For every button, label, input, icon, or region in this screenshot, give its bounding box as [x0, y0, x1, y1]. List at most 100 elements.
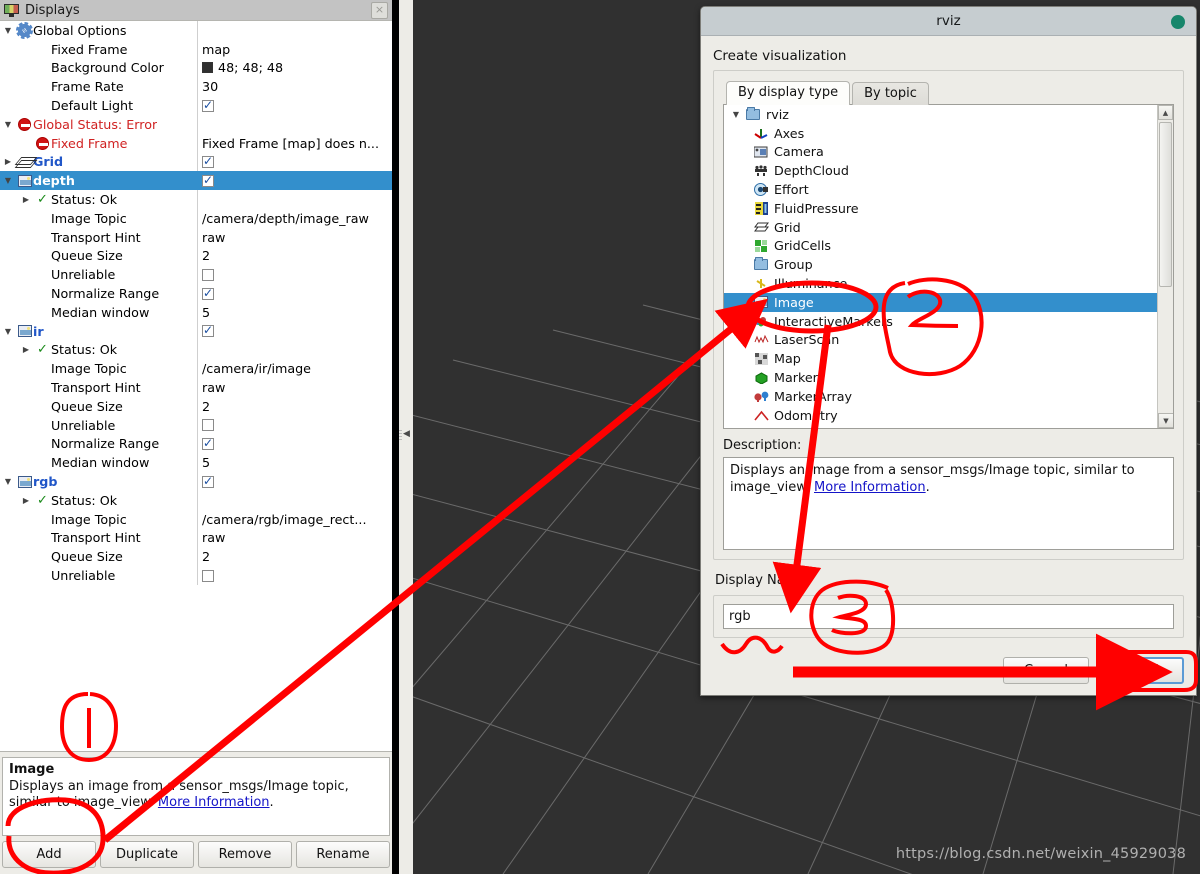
display-tree-row[interactable]: depth [0, 171, 392, 191]
displays-tree[interactable]: Global OptionsFixed FramemapBackground C… [0, 21, 392, 752]
display-row-value-cell[interactable] [198, 171, 392, 190]
row-checkbox[interactable] [202, 569, 214, 582]
row-checkbox[interactable] [202, 286, 214, 300]
rename-button[interactable]: Rename [296, 841, 390, 868]
display-tree-row[interactable]: Global Status: Error [0, 114, 392, 134]
display-row-value-cell[interactable] [198, 416, 392, 435]
display-row-value-cell[interactable] [198, 265, 392, 284]
more-information-link[interactable]: More Information [158, 795, 270, 810]
tab-by-topic[interactable]: By topic [852, 82, 929, 105]
display-row-value-cell[interactable] [198, 491, 392, 510]
display-name-input[interactable] [723, 604, 1174, 629]
display-type-item[interactable]: Grid [724, 218, 1173, 237]
display-row-value-cell[interactable]: /camera/depth/image_raw [198, 209, 392, 228]
display-tree-row[interactable]: Normalize Range [0, 284, 392, 303]
display-row-value-cell[interactable]: map [198, 40, 392, 59]
display-row-value-cell[interactable]: raw [198, 228, 392, 247]
display-type-item[interactable]: FluidPressure [724, 199, 1173, 218]
remove-button[interactable]: Remove [198, 841, 292, 868]
display-tree-row[interactable]: Queue Size 2 [0, 396, 392, 416]
display-type-item[interactable]: Marker [724, 368, 1173, 387]
display-tree-row[interactable]: Image Topic/camera/ir/image [0, 359, 392, 379]
display-tree-row[interactable]: ir [0, 321, 392, 341]
display-row-value-cell[interactable]: 30 [198, 77, 392, 96]
scroll-down-icon[interactable]: ▼ [1158, 413, 1173, 428]
display-row-value-cell[interactable]: 2 [198, 547, 392, 566]
display-row-value-cell[interactable]: raw [198, 378, 392, 397]
expand-arrow-icon[interactable] [728, 110, 744, 119]
row-checkbox[interactable] [202, 98, 214, 112]
display-tree-row[interactable]: rgb [0, 472, 392, 491]
display-type-item[interactable]: Group [724, 255, 1173, 274]
display-row-value-cell[interactable] [198, 115, 392, 134]
display-tree-row[interactable]: Default Light [0, 96, 392, 115]
display-tree-row[interactable]: Median window 5 [0, 453, 392, 473]
display-type-list[interactable]: rviz Axes Camera DepthCloud Effort FluidPress… [723, 104, 1174, 429]
display-tree-row[interactable]: Fixed Frame Fixed Frame [map] does n... [0, 133, 392, 153]
expand-arrow-icon[interactable] [0, 120, 16, 129]
row-checkbox[interactable] [202, 419, 214, 432]
display-row-value-cell[interactable] [198, 96, 392, 115]
display-row-value-cell[interactable]: 2 [198, 397, 392, 416]
display-type-item[interactable]: Effort [724, 180, 1173, 199]
display-row-value-cell[interactable]: 5 [198, 453, 392, 472]
display-type-item[interactable]: Odometry [724, 406, 1173, 425]
row-checkbox[interactable] [202, 268, 214, 281]
display-row-value-cell[interactable]: 5 [198, 303, 392, 322]
row-checkbox[interactable] [202, 154, 214, 168]
display-tree-row[interactable]: Normalize Range [0, 434, 392, 454]
scroll-up-icon[interactable]: ▲ [1158, 105, 1173, 120]
display-row-value-cell[interactable] [198, 435, 392, 454]
collapse-arrow-icon[interactable] [18, 496, 34, 505]
display-type-item[interactable]: Image [724, 292, 1173, 312]
display-row-value-cell[interactable]: /camera/ir/image [198, 359, 392, 378]
display-row-value-cell[interactable] [198, 472, 392, 491]
cancel-button[interactable]: Cancel [1003, 657, 1089, 684]
display-tree-row[interactable]: Unreliable [0, 265, 392, 285]
display-row-value-cell[interactable]: /camera/rgb/image_rect... [198, 510, 392, 529]
display-tree-row[interactable]: Queue Size 2 [0, 547, 392, 567]
display-row-value-cell[interactable]: raw [198, 529, 392, 548]
collapse-arrow-icon[interactable] [0, 157, 16, 166]
display-tree-row[interactable]: Transport Hint raw [0, 528, 392, 548]
display-type-item[interactable]: Map [724, 349, 1173, 368]
expand-arrow-icon[interactable] [0, 26, 16, 35]
display-type-item[interactable]: rviz [724, 105, 1173, 124]
display-tree-row[interactable]: Transport Hint raw [0, 227, 392, 247]
dialog-more-information-link[interactable]: More Information [814, 480, 926, 495]
display-tree-row[interactable]: Transport Hint raw [0, 378, 392, 397]
display-tree-row[interactable]: Queue Size 2 [0, 246, 392, 266]
display-type-item[interactable]: MarkerArray [724, 387, 1173, 406]
display-tree-row[interactable]: ✓Status: Ok [0, 340, 392, 360]
display-tree-row[interactable]: Unreliable [0, 415, 392, 435]
collapse-left-icon[interactable]: ◀ [402, 428, 411, 440]
display-row-value-cell[interactable]: 2 [198, 247, 392, 266]
display-type-item[interactable]: DepthCloud [724, 161, 1173, 180]
display-tree-row[interactable]: Background Color 48; 48; 48 [0, 58, 392, 78]
tab-by-display-type[interactable]: By display type [726, 81, 851, 105]
display-tree-row[interactable]: Frame Rate 30 [0, 77, 392, 97]
display-row-value-cell[interactable] [198, 566, 392, 585]
display-tree-row[interactable]: ✓Status: Ok [0, 190, 392, 209]
expand-arrow-icon[interactable] [0, 477, 16, 486]
display-type-item[interactable]: InteractiveMarkers [724, 312, 1173, 331]
row-checkbox[interactable] [202, 474, 214, 488]
display-type-item[interactable]: LaserScan [724, 331, 1173, 350]
display-tree-row[interactable]: Median window 5 [0, 302, 392, 322]
ok-button[interactable]: ✓ OK [1098, 657, 1184, 684]
close-icon[interactable]: × [371, 1, 388, 19]
display-tree-row[interactable]: Image Topic/camera/depth/image_raw [0, 208, 392, 228]
display-tree-row[interactable]: Grid [0, 152, 392, 172]
scrollbar-thumb[interactable] [1159, 122, 1172, 287]
display-row-value-cell[interactable] [198, 341, 392, 360]
display-row-value-cell[interactable] [198, 153, 392, 172]
display-type-item[interactable]: Axes [724, 124, 1173, 143]
display-tree-row[interactable]: Fixed Frame map [0, 39, 392, 59]
display-tree-row[interactable]: Image Topic/camera/rgb/image_rect... [0, 509, 392, 529]
row-checkbox[interactable] [202, 323, 214, 338]
type-list-scrollbar[interactable]: ▲ ▼ [1157, 105, 1173, 428]
collapse-arrow-icon[interactable] [18, 345, 34, 354]
display-tree-row[interactable]: Global Options [0, 21, 392, 40]
display-row-value-cell[interactable] [198, 190, 392, 209]
display-type-item[interactable]: Illuminance [724, 274, 1173, 293]
